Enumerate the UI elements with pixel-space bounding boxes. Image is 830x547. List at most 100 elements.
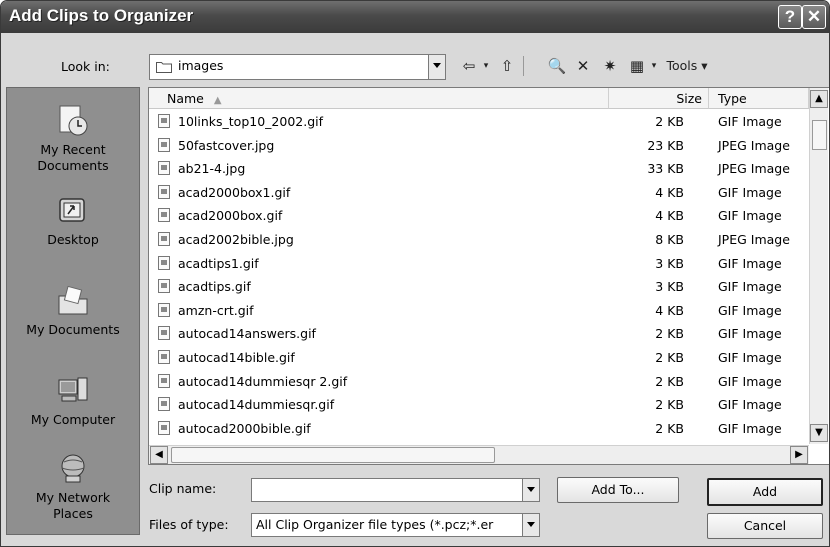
network-places-icon bbox=[61, 454, 85, 483]
file-type: JPEG Image bbox=[718, 232, 790, 247]
image-file-icon bbox=[158, 161, 170, 176]
file-name: autocad14dummiesqr.gif bbox=[178, 397, 335, 413]
back-dropdown-arrow[interactable]: ▾ bbox=[481, 55, 491, 77]
file-size: 4 KB bbox=[655, 302, 684, 318]
place-label: My Documents bbox=[26, 322, 120, 337]
cancel-button[interactable]: Cancel bbox=[707, 513, 823, 539]
toolbar-separator bbox=[523, 56, 526, 76]
place-my-computer[interactable]: My Computer bbox=[7, 374, 139, 428]
views-dropdown-arrow[interactable]: ▾ bbox=[649, 55, 659, 77]
horizontal-scrollbar[interactable]: ◀ ▶ bbox=[149, 445, 809, 464]
search-web-icon[interactable]: 🔍 bbox=[545, 55, 569, 77]
file-row[interactable]: autocad14bible.gif 2 KB GIF Image bbox=[149, 346, 809, 369]
file-name: 10links_top10_2002.gif bbox=[178, 114, 324, 129]
vertical-scroll-thumb[interactable] bbox=[812, 120, 827, 150]
column-name-label: Name bbox=[167, 91, 204, 106]
file-type: GIF Image bbox=[718, 397, 782, 413]
file-row[interactable]: 50fastcover.jpg 23 KB JPEG Image bbox=[149, 134, 809, 157]
scroll-left-button[interactable]: ◀ bbox=[150, 446, 168, 464]
file-size: 4 KB bbox=[655, 208, 684, 224]
file-type: JPEG Image bbox=[718, 137, 790, 153]
my-computer-icon bbox=[58, 377, 88, 402]
clip-name-dropdown-arrow[interactable] bbox=[522, 479, 539, 501]
file-list[interactable]: Name ▲ Size Type 10links_top10_2002.gif 2… bbox=[148, 87, 829, 465]
column-header-size[interactable]: Size bbox=[609, 88, 709, 109]
file-name: acad2000box.gif bbox=[178, 208, 283, 224]
file-name: 50fastcover.jpg bbox=[178, 137, 275, 153]
file-row[interactable]: 10links_top10_2002.gif 2 KB GIF Image bbox=[149, 110, 809, 133]
file-size: 2 KB bbox=[655, 420, 684, 436]
file-name: acadtips1.gif bbox=[178, 255, 259, 271]
scroll-right-button[interactable]: ▶ bbox=[790, 446, 808, 464]
file-name: autocad14answers.gif bbox=[178, 326, 316, 342]
close-button[interactable]: ✕ bbox=[802, 5, 826, 29]
file-type: GIF Image bbox=[718, 420, 782, 436]
place-my-documents[interactable]: My Documents bbox=[7, 284, 139, 338]
horizontal-scroll-thumb[interactable] bbox=[171, 447, 495, 463]
vertical-scrollbar[interactable]: ▲ ▼ bbox=[809, 88, 828, 444]
file-size: 8 KB bbox=[655, 232, 684, 247]
views-icon[interactable]: ▦ bbox=[625, 55, 649, 77]
file-size: 23 KB bbox=[647, 137, 684, 153]
look-in-dropdown[interactable]: images bbox=[149, 54, 446, 80]
file-row[interactable]: autocad14dummiesqr.gif 2 KB GIF Image bbox=[149, 393, 809, 416]
file-row[interactable]: acadtips1.gif 3 KB GIF Image bbox=[149, 252, 809, 275]
dialog-title: Add Clips to Organizer bbox=[9, 6, 194, 25]
file-row[interactable]: autocad14answers.gif 2 KB GIF Image bbox=[149, 322, 809, 345]
file-name: amzn-crt.gif bbox=[178, 302, 254, 318]
file-type: GIF Image bbox=[718, 302, 782, 318]
scroll-up-button[interactable]: ▲ bbox=[810, 90, 828, 108]
add-to-button[interactable]: Add To... bbox=[557, 477, 679, 503]
file-type: GIF Image bbox=[718, 255, 782, 271]
image-file-icon bbox=[158, 184, 170, 199]
desktop-icon bbox=[59, 198, 85, 222]
up-folder-icon[interactable]: ⇧ bbox=[495, 55, 519, 77]
place-desktop[interactable]: Desktop bbox=[7, 194, 139, 248]
new-folder-icon[interactable]: ✷ bbox=[598, 55, 622, 77]
place-label: My Recent Documents bbox=[37, 142, 109, 173]
tools-label: Tools bbox=[666, 58, 698, 73]
column-header-name[interactable]: Name ▲ bbox=[149, 88, 609, 109]
folder-icon bbox=[156, 62, 172, 73]
file-row[interactable]: autocad14dummiesqr 2.gif 2 KB GIF Image bbox=[149, 370, 809, 393]
delete-icon[interactable]: ✕ bbox=[571, 55, 595, 77]
tools-menu[interactable]: Tools ▾ bbox=[661, 55, 713, 77]
my-documents-icon bbox=[58, 285, 88, 315]
file-type: GIF Image bbox=[718, 326, 782, 342]
image-file-icon bbox=[158, 208, 170, 223]
look-in-dropdown-arrow[interactable] bbox=[428, 55, 445, 79]
look-in-label: Look in: bbox=[61, 59, 110, 74]
file-name: autocad2000bible.gif bbox=[178, 420, 311, 436]
file-row[interactable]: acadtips.gif 3 KB GIF Image bbox=[149, 275, 809, 298]
file-type: GIF Image bbox=[718, 114, 782, 129]
file-row[interactable]: acad2002bible.jpg 8 KB JPEG Image bbox=[149, 228, 809, 251]
file-type-label: Files of type: bbox=[149, 517, 229, 532]
file-type-dropdown[interactable]: All Clip Organizer file types (*.pcz;*.e… bbox=[251, 513, 540, 537]
clip-name-combo[interactable] bbox=[251, 478, 540, 502]
column-header-type[interactable]: Type bbox=[709, 88, 809, 109]
file-name: ab21-4.jpg bbox=[178, 161, 246, 177]
sort-ascending-icon: ▲ bbox=[213, 95, 222, 106]
place-label: My Network Places bbox=[35, 490, 111, 521]
file-row[interactable]: amzn-crt.gif 4 KB GIF Image bbox=[149, 299, 809, 322]
file-type: JPEG Image bbox=[718, 161, 790, 177]
title-bar[interactable]: Add Clips to Organizer ? ✕ bbox=[1, 1, 829, 33]
file-row[interactable]: acad2000box1.gif 4 KB GIF Image bbox=[149, 181, 809, 204]
file-type: GIF Image bbox=[718, 184, 782, 200]
file-type-dropdown-arrow[interactable] bbox=[522, 514, 539, 536]
add-button[interactable]: Add bbox=[707, 478, 823, 506]
file-row[interactable]: ab21-4.jpg 33 KB JPEG Image bbox=[149, 157, 809, 180]
file-size: 2 KB bbox=[655, 326, 684, 342]
place-network-places[interactable]: My Network Places bbox=[7, 452, 139, 522]
column-size-label: Size bbox=[676, 91, 702, 106]
file-size: 2 KB bbox=[655, 114, 684, 129]
file-row[interactable]: acad2000box.gif 4 KB GIF Image bbox=[149, 204, 809, 227]
help-button[interactable]: ? bbox=[778, 5, 802, 29]
file-row[interactable]: autocad2000bible.gif 2 KB GIF Image bbox=[149, 417, 809, 440]
back-icon[interactable]: ⇦ bbox=[457, 55, 481, 77]
place-recent-documents[interactable]: My Recent Documents bbox=[7, 104, 139, 174]
file-name: acad2000box1.gif bbox=[178, 184, 291, 200]
image-file-icon bbox=[158, 114, 170, 128]
file-size: 2 KB bbox=[655, 373, 684, 389]
scroll-down-button[interactable]: ▼ bbox=[810, 424, 828, 442]
